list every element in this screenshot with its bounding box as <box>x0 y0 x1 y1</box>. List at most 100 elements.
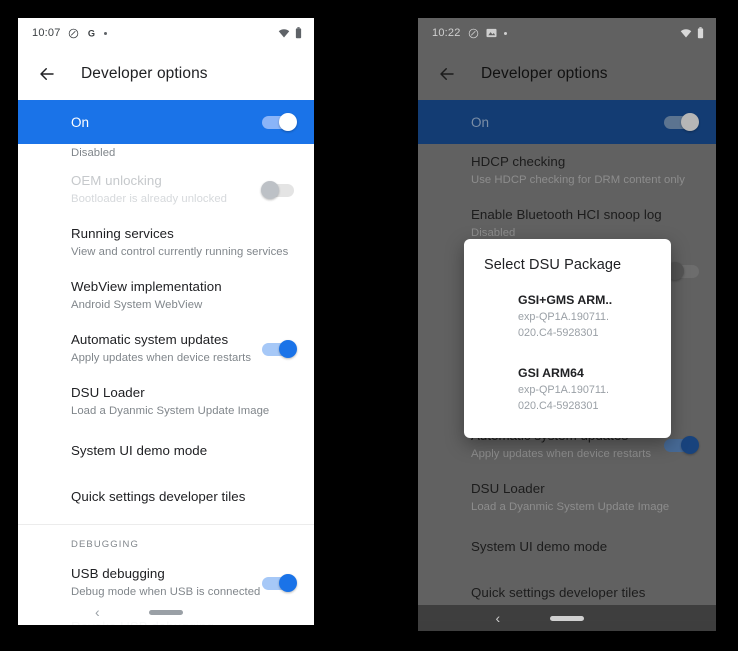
list-item-title: HDCP checking <box>471 154 566 169</box>
list-item-running-services[interactable]: Running services View and control curren… <box>18 216 314 269</box>
list-item-texts: Disabled <box>71 144 296 161</box>
dialog-option-subline-1: exp-QP1A.190711. <box>518 311 610 323</box>
battery-icon <box>295 27 302 39</box>
toggle-thumb <box>279 339 297 358</box>
list-item-summary: Load a Dyanmic System Update Image <box>471 501 670 513</box>
list-item-texts: OEM unlocking Bootloader is already unlo… <box>71 172 262 207</box>
dialog-option-name: GSI ARM64 <box>518 366 584 380</box>
dialog-option-subline-2: 020.C4-5928301 <box>518 400 599 412</box>
android-screen-scrimmed: 10:22 Developer options On HDCP checking… <box>418 18 716 631</box>
nav-home-pill-icon[interactable] <box>550 615 584 621</box>
screenshot-icon <box>486 28 497 38</box>
list-item-texts: HDCP checking Use HDCP checking for DRM … <box>471 153 698 188</box>
toggle-thumb <box>279 573 297 592</box>
list-item-summary: Debug mode when USB is connected <box>71 586 261 598</box>
app-bar-left: Developer options <box>18 48 314 100</box>
android-screen-light: 10:07 G Developer options On Disabled OE… <box>18 18 314 625</box>
list-item-dsu-loader[interactable]: DSU Loader Load a Dyanmic System Update … <box>18 375 314 428</box>
google-g-icon: G <box>86 28 97 39</box>
list-item-oem-unlocking[interactable]: OEM unlocking Bootloader is already unlo… <box>18 163 314 216</box>
list-item-summary: View and control currently running servi… <box>71 246 289 258</box>
toggle-thumb <box>279 113 297 131</box>
list-item-texts: Quick settings developer tiles <box>71 488 296 506</box>
phone-screenshot-left: 10:07 G Developer options On Disabled OE… <box>18 18 314 625</box>
list-item-title: DSU Loader <box>71 385 145 400</box>
list-item-automatic-system-updates[interactable]: Automatic system updates Apply updates w… <box>18 322 314 375</box>
list-item-title: DSU Loader <box>471 481 545 496</box>
toggle-thumb <box>261 180 279 199</box>
system-nav-bar-left: ‹ <box>18 599 314 625</box>
dialog-option-gsi-gms-arm[interactable]: GSI+GMS ARM.. exp-QP1A.190711. 020.C4-59… <box>518 287 671 345</box>
screenshot-stage: 10:07 G Developer options On Disabled OE… <box>0 0 738 651</box>
list-item-texts: DSU Loader Load a Dyanmic System Update … <box>471 480 698 515</box>
list-item-texts: Running services View and control curren… <box>71 225 296 260</box>
list-item-title: Enable Bluetooth HCI snoop log <box>471 207 662 222</box>
list-item-orphan-summary: Disabled <box>18 144 314 163</box>
wifi-icon <box>278 28 290 38</box>
dialog-option-name: GSI+GMS ARM.. <box>518 293 613 307</box>
page-title: Developer options <box>81 65 208 82</box>
oem-unlocking-toggle[interactable] <box>261 180 296 199</box>
list-item-title: Running services <box>71 226 174 241</box>
status-bar-clock: 10:22 <box>432 27 461 39</box>
app-bar-right: Developer options <box>418 48 716 100</box>
master-switch-toggle[interactable] <box>664 113 699 131</box>
status-bar-left-group: 10:07 G <box>32 27 107 39</box>
list-item-system-ui-demo-mode[interactable]: System UI demo mode <box>18 428 314 474</box>
status-bar-right-group <box>680 27 704 39</box>
nav-back-chevron-icon[interactable]: ‹ <box>95 605 100 619</box>
status-bar-left: 10:07 G <box>18 18 314 48</box>
phone-screenshot-right: 10:22 Developer options On HDCP checking… <box>418 18 716 631</box>
back-arrow-icon[interactable] <box>434 61 460 87</box>
settings-list-left: Disabled OEM unlocking Bootloader is alr… <box>18 144 314 625</box>
do-not-disturb-icon <box>68 28 79 39</box>
list-item-title: WebView implementation <box>71 279 222 294</box>
dialog-option-gsi-arm64[interactable]: GSI ARM64 exp-QP1A.190711. 020.C4-592830… <box>518 360 671 418</box>
nav-home-pill-icon[interactable] <box>149 609 183 615</box>
status-bar-left-group: 10:22 <box>432 27 507 39</box>
list-item-summary: Apply updates when device restarts <box>471 448 652 460</box>
toggle-thumb <box>681 435 699 454</box>
list-item-texts: DSU Loader Load a Dyanmic System Update … <box>71 384 296 419</box>
developer-options-master-switch-row[interactable]: On <box>418 100 716 144</box>
master-switch-toggle[interactable] <box>262 113 297 131</box>
list-item-summary: Use HDCP checking for DRM content only <box>471 174 685 186</box>
list-item-webview-implementation[interactable]: WebView implementation Android System We… <box>18 269 314 322</box>
dialog-option-subline-2: 020.C4-5928301 <box>518 327 599 339</box>
select-dsu-package-dialog: Select DSU Package GSI+GMS ARM.. exp-QP1… <box>464 239 671 438</box>
developer-options-master-switch-row[interactable]: On <box>18 100 314 144</box>
list-item-summary: Bootloader is already unlocked <box>71 193 227 205</box>
dot-icon <box>503 31 507 35</box>
list-item-title: Quick settings developer tiles <box>471 585 646 600</box>
list-item-hdcp-checking[interactable]: HDCP checking Use HDCP checking for DRM … <box>418 144 716 197</box>
back-arrow-icon[interactable] <box>34 61 60 87</box>
list-item-texts: System UI demo mode <box>471 538 698 556</box>
list-item-quick-settings-developer-tiles[interactable]: Quick settings developer tiles <box>18 474 314 520</box>
list-item-texts: Enable Bluetooth HCI snoop log Disabled <box>471 206 698 241</box>
list-item-system-ui-demo-mode[interactable]: System UI demo mode <box>418 524 716 570</box>
page-title: Developer options <box>481 65 608 82</box>
dialog-option-subline-1: exp-QP1A.190711. <box>518 384 610 396</box>
list-item-title: Automatic system updates <box>71 332 229 347</box>
list-item-texts: USB debugging Debug mode when USB is con… <box>71 565 262 600</box>
master-switch-label: On <box>71 114 90 130</box>
svg-text:G: G <box>87 28 94 38</box>
list-item-summary: Android System WebView <box>71 299 203 311</box>
list-item-texts: Quick settings developer tiles <box>471 584 698 602</box>
list-item-summary: Disabled <box>71 147 116 159</box>
list-item-title: OEM unlocking <box>71 173 162 188</box>
automatic-system-updates-toggle[interactable] <box>262 339 297 358</box>
dialog-option-list: GSI+GMS ARM.. exp-QP1A.190711. 020.C4-59… <box>464 287 671 418</box>
do-not-disturb-icon <box>468 28 479 39</box>
obscured-setting-toggle[interactable] <box>666 262 701 280</box>
dot-icon <box>103 31 107 35</box>
list-item-dsu-loader[interactable]: DSU Loader Load a Dyanmic System Update … <box>418 471 716 524</box>
automatic-system-updates-toggle[interactable] <box>664 435 699 454</box>
list-item-summary: Apply updates when device restarts <box>71 352 252 364</box>
dialog-title: Select DSU Package <box>484 257 622 273</box>
list-item-title: System UI demo mode <box>71 443 208 458</box>
master-switch-label: On <box>471 114 490 130</box>
nav-back-chevron-icon[interactable]: ‹ <box>495 611 500 625</box>
usb-debugging-toggle[interactable] <box>262 573 297 592</box>
list-item-title: System UI demo mode <box>471 539 608 554</box>
